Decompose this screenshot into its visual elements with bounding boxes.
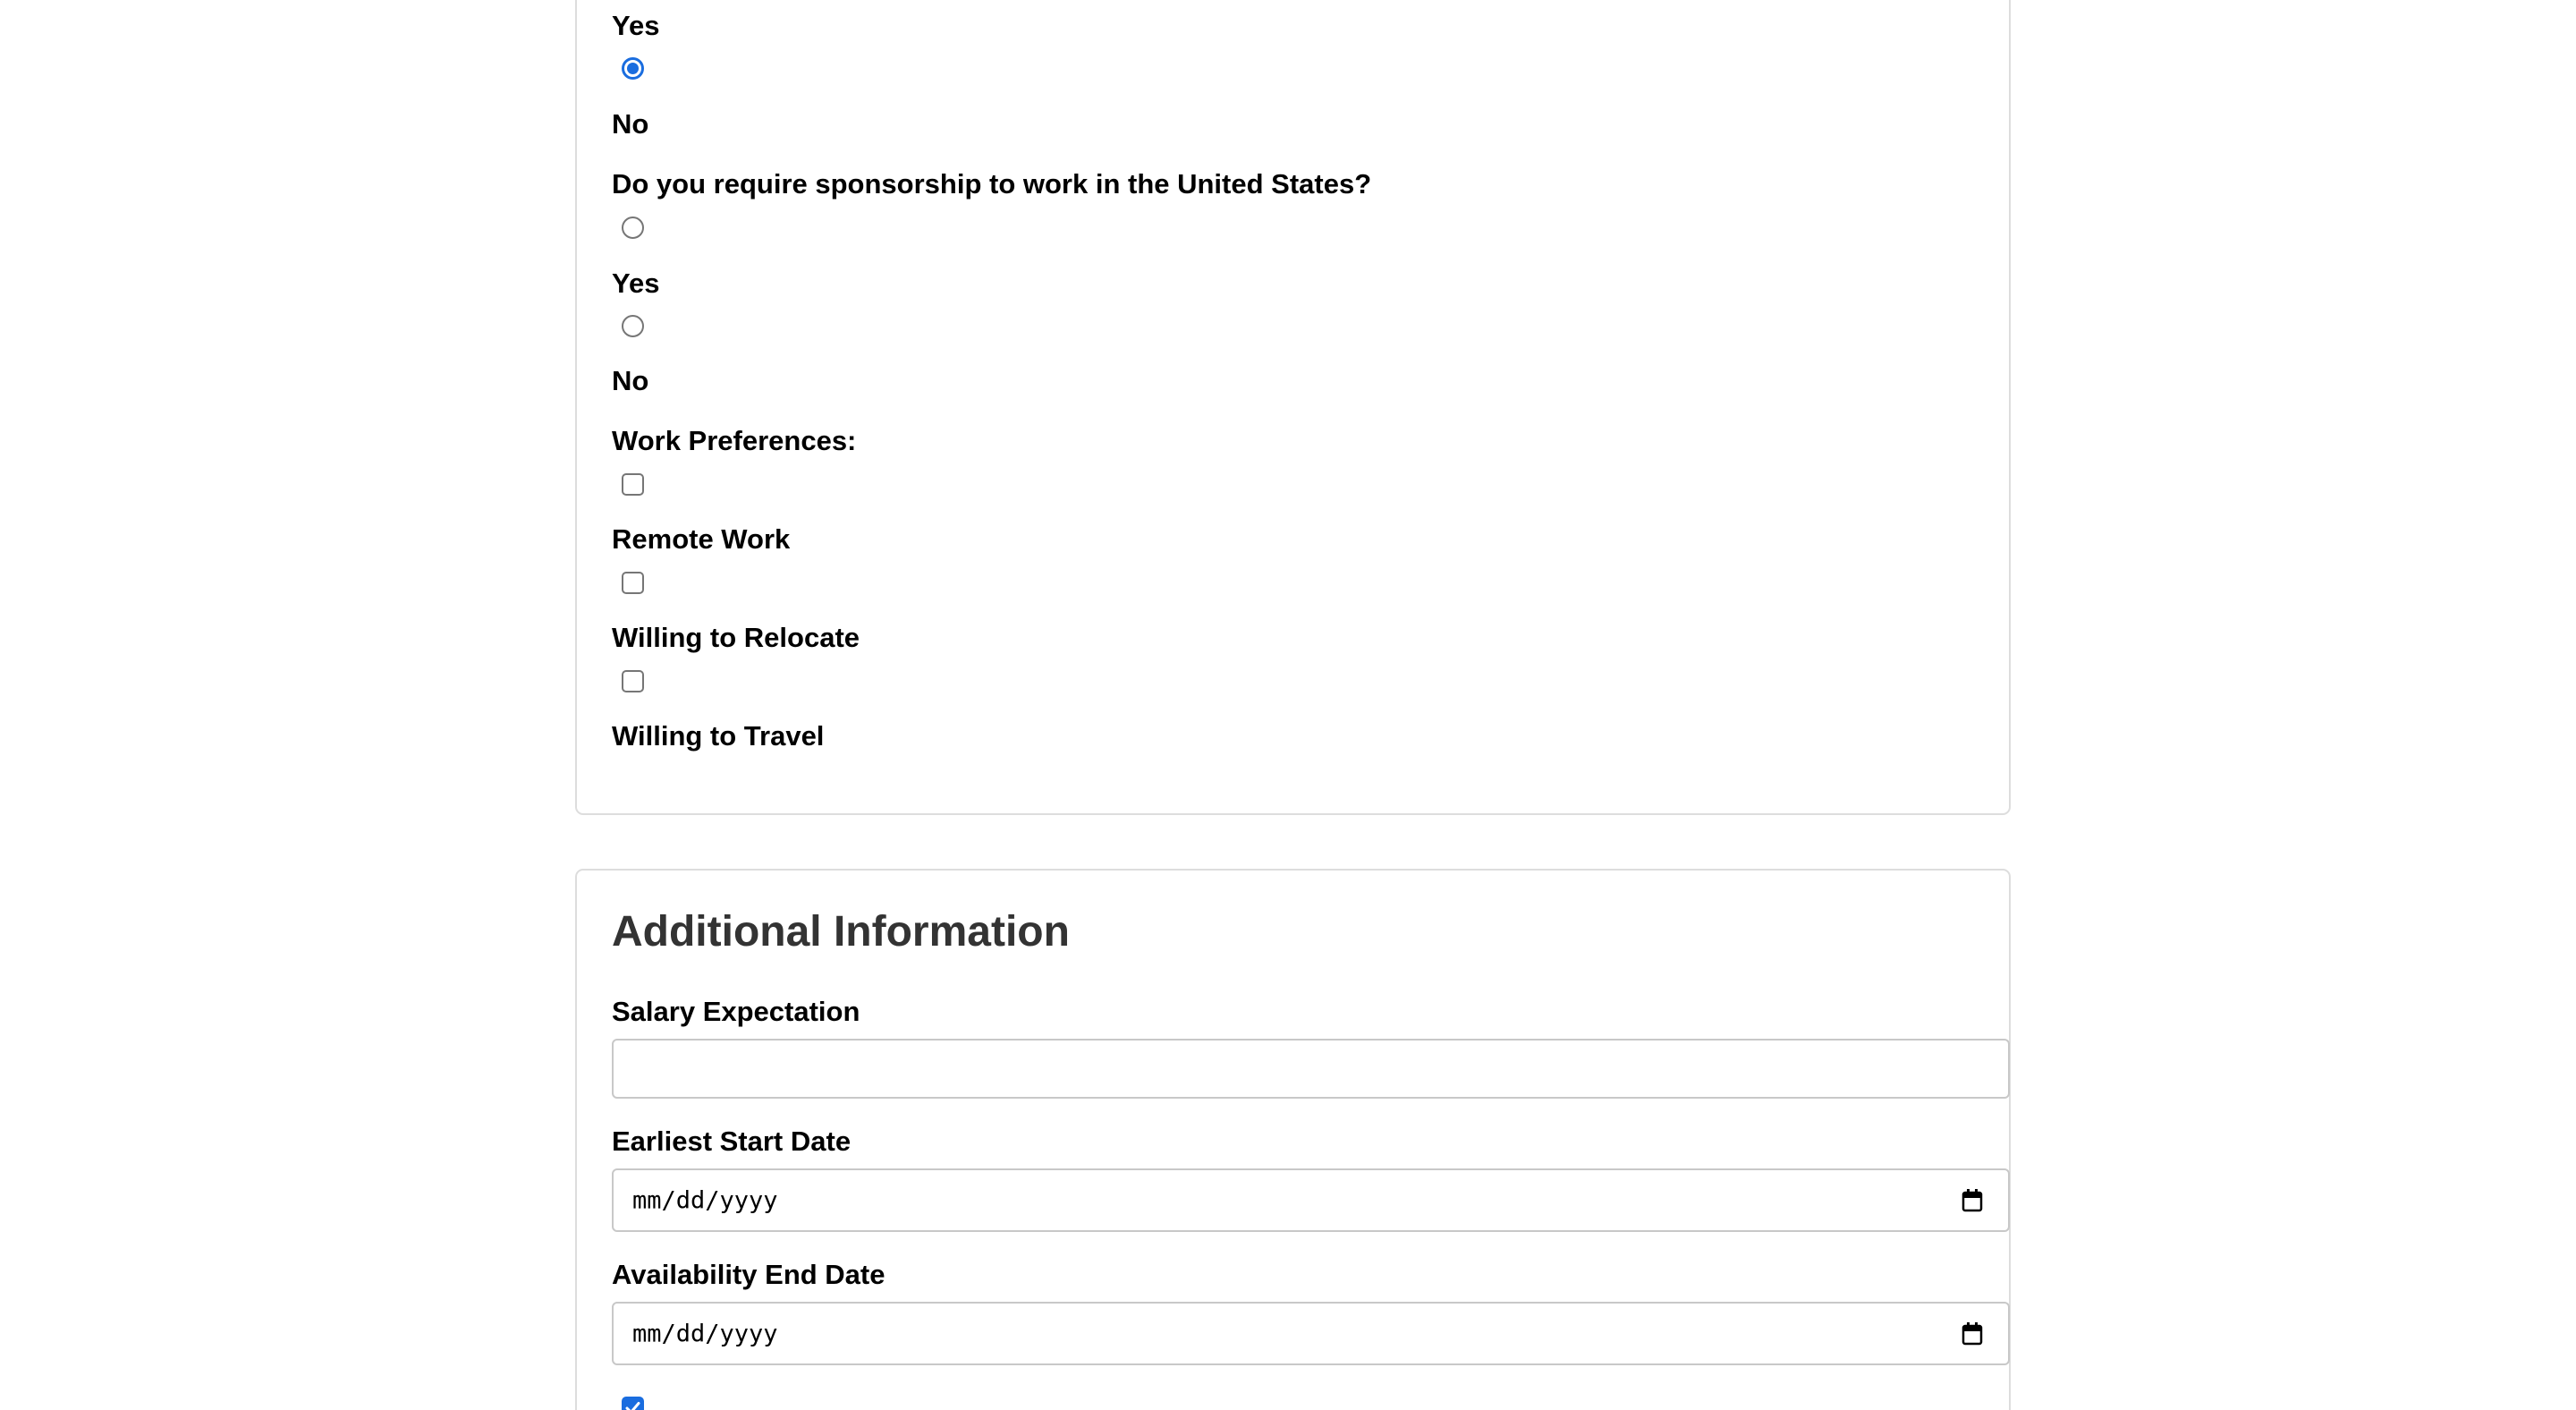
additional-information-heading: Additional Information — [612, 908, 1070, 956]
prev-question-no-label: No — [612, 108, 649, 140]
work-eligibility-card — [575, 0, 2011, 815]
calendar-icon[interactable] — [1962, 1321, 1983, 1346]
salary-expectation-input[interactable] — [612, 1039, 2010, 1099]
travel-checkbox[interactable] — [622, 670, 644, 692]
remote-work-label: Remote Work — [612, 523, 791, 555]
earliest-start-date-label: Earliest Start Date — [612, 1125, 852, 1157]
sponsorship-no-radio[interactable] — [622, 315, 644, 337]
earliest-start-date-placeholder: mm/dd/yyyy — [632, 1186, 778, 1214]
sponsorship-yes-radio[interactable] — [622, 217, 644, 239]
sponsorship-no-label: No — [612, 365, 649, 396]
prev-question-yes-label: Yes — [612, 10, 660, 41]
relocate-checkbox[interactable] — [622, 572, 644, 594]
salary-expectation-label: Salary Expectation — [612, 996, 860, 1027]
availability-end-date-placeholder: mm/dd/yyyy — [632, 1320, 778, 1347]
sponsorship-yes-label: Yes — [612, 268, 660, 299]
availability-end-date-label: Availability End Date — [612, 1259, 886, 1290]
travel-label: Willing to Travel — [612, 720, 825, 752]
availability-end-date-input[interactable]: mm/dd/yyyy — [612, 1302, 2010, 1365]
sponsorship-question: Do you require sponsorship to work in th… — [612, 168, 1372, 200]
earliest-start-date-input[interactable]: mm/dd/yyyy — [612, 1168, 2010, 1232]
work-preferences-label: Work Preferences: — [612, 425, 857, 456]
application-page: Yes No Do you require sponsorship to wor… — [0, 0, 2576, 1410]
calendar-icon[interactable] — [1962, 1188, 1983, 1212]
checkmark-icon — [625, 1402, 640, 1410]
prev-question-no-radio[interactable] — [622, 57, 644, 80]
additional-info-checkbox[interactable] — [622, 1397, 644, 1410]
relocate-label: Willing to Relocate — [612, 622, 860, 653]
remote-work-checkbox[interactable] — [622, 473, 644, 496]
